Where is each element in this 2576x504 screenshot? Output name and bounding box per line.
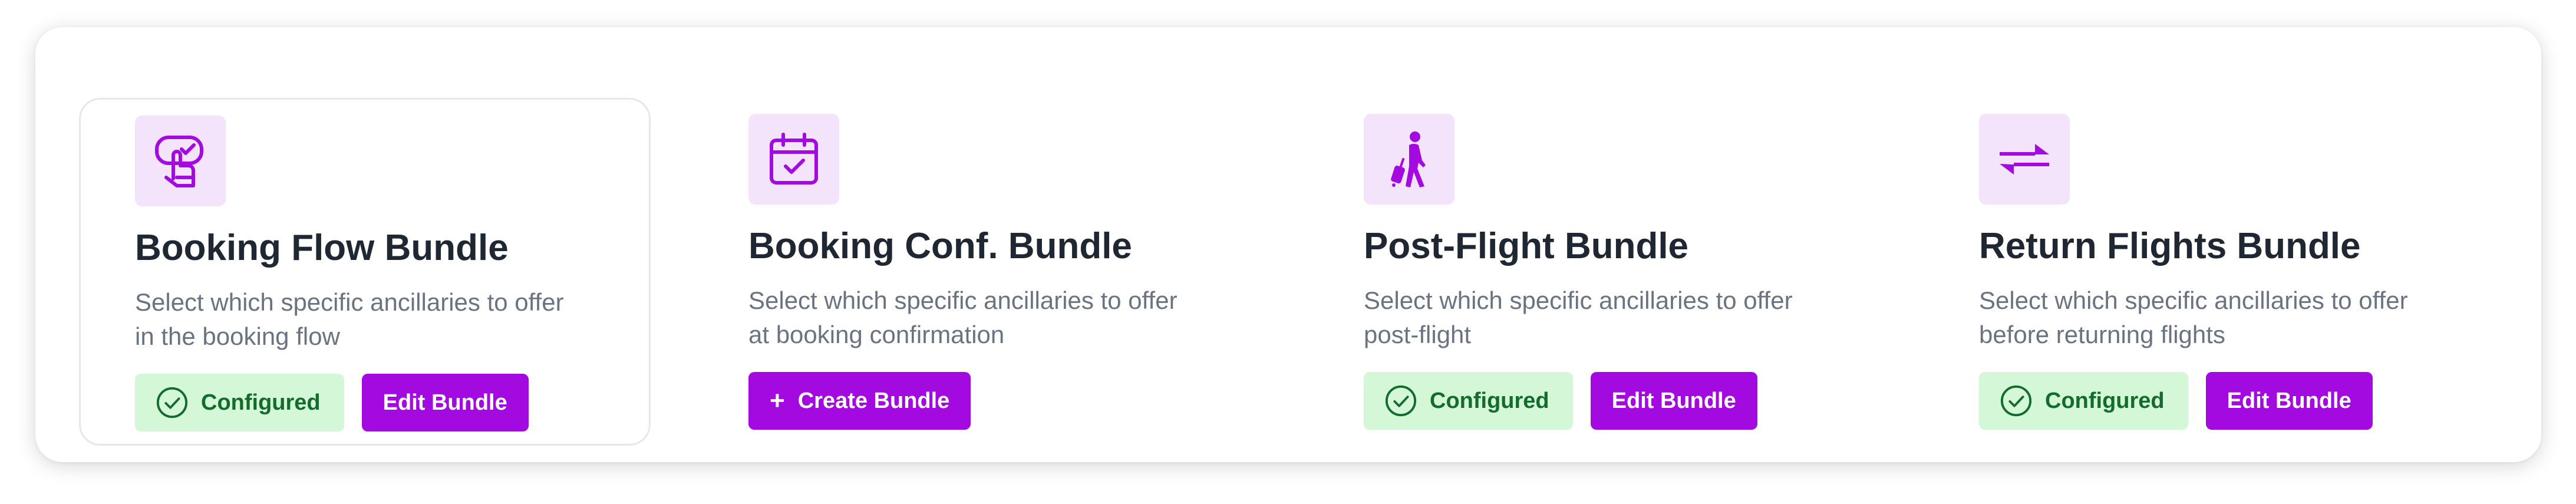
bundle-card-return-flights[interactable]: Return Flights Bundle Select which speci… — [1925, 98, 2496, 446]
card-description: Select which specific ancillaries to off… — [748, 286, 1177, 348]
configured-label: Configured — [1430, 388, 1549, 413]
card-actions: Configured Edit Bundle — [1364, 372, 1757, 430]
card-description: Select which specific ancillaries to off… — [1364, 286, 1793, 348]
card-title: Booking Conf. Bundle — [748, 226, 1132, 266]
edit-bundle-label: Edit Bundle — [2227, 388, 2351, 413]
card-title: Post-Flight Bundle — [1364, 226, 1689, 266]
check-circle-icon — [1385, 385, 1417, 417]
edit-bundle-label: Edit Bundle — [382, 390, 507, 415]
check-circle-icon — [2000, 385, 2032, 417]
configured-badge: Configured — [1364, 372, 1573, 430]
bundle-card-booking-confirmation[interactable]: Booking Conf. Bundle Select which specif… — [694, 98, 1266, 446]
icon-tile — [748, 114, 839, 205]
edit-bundle-button[interactable]: Edit Bundle — [1590, 372, 1757, 430]
plus-icon: + — [770, 386, 785, 415]
configured-badge: Configured — [1979, 372, 2188, 430]
calendar-check-icon — [770, 133, 818, 185]
bundles-panel: Booking Flow Bundle Select which specifi… — [35, 27, 2541, 462]
card-actions: Configured Edit Bundle — [135, 374, 529, 431]
edit-bundle-button[interactable]: Edit Bundle — [2205, 372, 2373, 430]
icon-tile — [135, 116, 226, 206]
configured-label: Configured — [201, 390, 321, 415]
edit-bundle-button[interactable]: Edit Bundle — [361, 374, 529, 431]
check-circle-icon — [156, 387, 188, 419]
traveler-luggage-icon — [1391, 131, 1426, 187]
icon-tile — [1364, 114, 1454, 205]
configured-badge: Configured — [135, 374, 344, 431]
card-title: Return Flights Bundle — [1979, 226, 2361, 266]
create-bundle-label: Create Bundle — [797, 388, 950, 413]
bundle-card-post-flight[interactable]: Post-Flight Bundle Select which specific… — [1310, 98, 1881, 446]
touch-screen-icon — [155, 136, 203, 187]
card-title: Booking Flow Bundle — [135, 228, 509, 268]
configured-label: Configured — [2045, 388, 2165, 413]
swap-arrows-icon — [2000, 144, 2049, 174]
icon-tile — [1979, 114, 2070, 205]
card-actions: + Create Bundle — [748, 372, 971, 430]
card-description: Select which specific ancillaries to off… — [1979, 286, 2408, 348]
card-actions: Configured Edit Bundle — [1979, 372, 2373, 430]
bundle-card-booking-flow[interactable]: Booking Flow Bundle Select which specifi… — [79, 98, 651, 446]
create-bundle-button[interactable]: + Create Bundle — [748, 372, 971, 430]
edit-bundle-label: Edit Bundle — [1611, 388, 1736, 413]
card-description: Select which specific ancillaries to off… — [135, 288, 564, 350]
page: Booking Flow Bundle Select which specifi… — [0, 0, 2576, 504]
